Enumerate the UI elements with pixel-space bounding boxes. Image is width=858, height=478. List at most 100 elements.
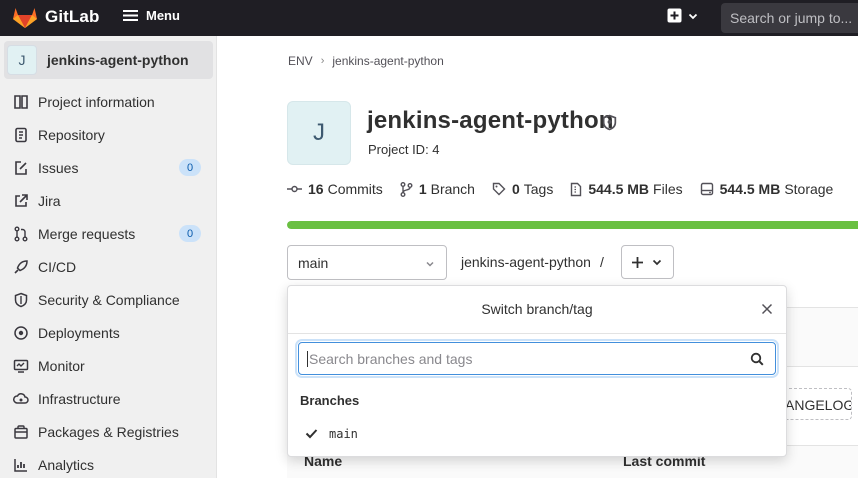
sidebar-item-label: Infrastructure <box>38 390 121 407</box>
branch-search-input[interactable] <box>309 350 739 367</box>
commits-count: 16 <box>308 181 324 197</box>
menu-button[interactable]: Menu <box>123 8 180 23</box>
sidebar-item-label: Project information <box>38 93 155 110</box>
merge-requests-count-badge: 0 <box>179 225 201 242</box>
sidebar-item-label: Monitor <box>38 357 85 374</box>
plus-square-icon <box>667 8 682 23</box>
sidebar-item-repository[interactable]: Repository <box>0 118 216 151</box>
cloud-gear-icon <box>13 391 29 407</box>
sidebar-item-jira[interactable]: Jira <box>0 184 216 217</box>
sidebar-item-label: Jira <box>38 192 61 209</box>
sidebar-item-cicd[interactable]: CI/CD <box>0 250 216 283</box>
sidebar-item-packages-registries[interactable]: Packages & Registries <box>0 415 216 448</box>
storage-usage-fill <box>287 221 858 229</box>
branches-section-header: Branches <box>300 393 360 408</box>
tags-stat-link[interactable]: 0 Tags <box>492 181 553 197</box>
tags-label: Tags <box>523 181 554 197</box>
page-title: jenkins-agent-python <box>367 107 614 134</box>
text-cursor <box>307 350 308 367</box>
sidebar-project-header[interactable]: J jenkins-agent-python <box>4 41 213 79</box>
commit-icon <box>287 183 302 195</box>
info-doc-icon <box>13 94 29 110</box>
tag-icon <box>492 182 506 196</box>
commits-label: Commits <box>327 181 383 197</box>
chevron-down-icon <box>652 259 662 266</box>
issues-icon <box>13 160 29 176</box>
close-icon[interactable] <box>761 302 773 318</box>
tags-count: 0 <box>511 181 520 197</box>
chevron-down-icon <box>688 13 698 19</box>
sidebar-item-monitor[interactable]: Monitor <box>0 349 216 382</box>
package-icon <box>13 424 29 440</box>
sidebar-item-label: Packages & Registries <box>38 423 179 440</box>
search-icon <box>750 352 764 369</box>
project-stats: 16 Commits 1 Branch 0 Tags 544.5 MB File… <box>287 181 850 197</box>
storage-icon <box>700 182 714 196</box>
branch-option-main[interactable]: main <box>288 420 786 448</box>
add-changelog-label: ANGELOG <box>785 397 852 413</box>
monitor-icon <box>13 358 29 374</box>
menu-label: Menu <box>146 8 180 23</box>
sidebar-item-issues[interactable]: Issues 0 <box>0 151 216 184</box>
branch-selector-value: main <box>298 255 329 271</box>
shield-icon <box>13 292 29 308</box>
sidebar-item-merge-requests[interactable]: Merge requests 0 <box>0 217 216 250</box>
storage-usage-bar <box>287 221 858 229</box>
breadcrumb-item-group[interactable]: ENV <box>288 54 313 68</box>
new-dropdown-button[interactable] <box>667 8 699 23</box>
sidebar-item-label: Analytics <box>38 456 95 473</box>
sidebar-item-analytics[interactable]: Analytics <box>0 448 216 478</box>
chart-icon <box>13 457 29 473</box>
gitlab-logo[interactable]: GitLab <box>12 5 99 29</box>
repo-path-root-link[interactable]: jenkins-agent-python <box>461 254 591 270</box>
sidebar: J jenkins-agent-python Project informati… <box>0 36 217 478</box>
project-avatar: J <box>7 45 37 75</box>
storage-stat[interactable]: 544.5 MB Storage <box>700 181 834 197</box>
sidebar-item-deployments[interactable]: Deployments <box>0 316 216 349</box>
gitlab-brand-text: GitLab <box>45 7 100 26</box>
repository-icon <box>13 127 29 143</box>
hamburger-icon <box>123 10 138 21</box>
breadcrumb: ENV › jenkins-agent-python <box>288 54 444 68</box>
commits-stat-link[interactable]: 16 Commits <box>287 181 383 197</box>
repo-path-breadcrumb: jenkins-agent-python / <box>461 254 604 270</box>
file-zip-icon <box>570 182 582 197</box>
path-separator: / <box>599 254 604 270</box>
sidebar-item-label: Repository <box>38 126 105 143</box>
issues-count-badge: 0 <box>179 159 201 176</box>
sidebar-item-infrastructure[interactable]: Infrastructure <box>0 382 216 415</box>
branches-count: 1 <box>418 181 427 197</box>
files-size: 544.5 MB <box>588 181 650 197</box>
branches-label: Branch <box>430 181 475 197</box>
files-label: Files <box>653 181 683 197</box>
top-navbar: GitLab Menu Search or jump to... <box>0 0 858 36</box>
global-search-input[interactable]: Search or jump to... <box>721 3 858 33</box>
merge-request-icon <box>13 226 29 242</box>
sidebar-item-label: Merge requests <box>38 225 136 242</box>
chevron-down-icon <box>424 257 436 273</box>
checkmark-icon <box>305 426 318 442</box>
breadcrumb-item-project[interactable]: jenkins-agent-python <box>332 54 443 68</box>
branch-option-label: main <box>329 427 358 441</box>
branch-search-field[interactable] <box>298 342 776 375</box>
add-to-tree-button[interactable] <box>621 245 674 279</box>
deployments-icon <box>13 325 29 341</box>
branch-icon <box>400 181 413 197</box>
storage-label: Storage <box>784 181 834 197</box>
branches-stat-link[interactable]: 1 Branch <box>400 181 475 197</box>
sidebar-item-security[interactable]: Security & Compliance <box>0 283 216 316</box>
breadcrumb-chevron-icon: › <box>320 55 325 67</box>
sidebar-item-label: Deployments <box>38 324 120 341</box>
sidebar-item-label: CI/CD <box>38 258 77 275</box>
sidebar-item-label: Security & Compliance <box>38 291 180 308</box>
rocket-icon <box>13 259 29 275</box>
project-avatar-large: J <box>287 101 351 165</box>
external-link-icon <box>13 193 29 209</box>
plus-icon <box>632 256 643 268</box>
sidebar-item-project-information[interactable]: Project information <box>0 85 216 118</box>
dropdown-header: Switch branch/tag <box>288 286 786 334</box>
branch-selector[interactable]: main <box>287 245 447 280</box>
visibility-shield-icon[interactable] <box>601 114 618 134</box>
switch-branch-dropdown: Switch branch/tag Branches main <box>287 285 787 457</box>
files-stat[interactable]: 544.5 MB Files <box>570 181 683 197</box>
